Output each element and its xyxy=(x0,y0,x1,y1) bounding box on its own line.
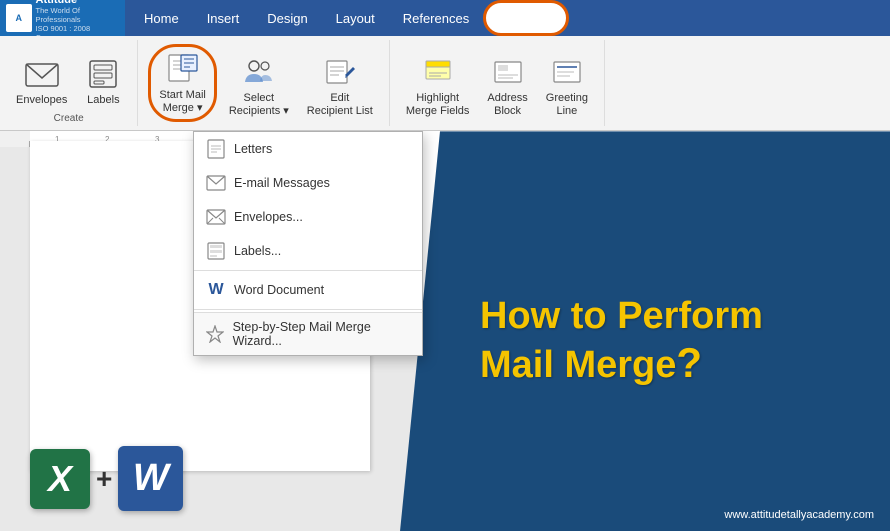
dropdown-envelopes-icon xyxy=(206,207,226,227)
excel-letter: X xyxy=(48,458,72,500)
envelopes-dd-label: Envelopes... xyxy=(234,210,303,224)
app-logos: X + W xyxy=(30,446,183,511)
email-label: E-mail Messages xyxy=(234,176,330,190)
letters-icon xyxy=(206,139,226,159)
logo-icon: A xyxy=(6,4,32,32)
tab-design[interactable]: Design xyxy=(253,0,321,36)
start-merge-icon xyxy=(165,51,201,87)
ribbon-group-create: Envelopes Labels Create xyxy=(0,40,138,126)
main-area: 1 2 3 4 5 6 Letters xyxy=(0,131,890,531)
ribbon-group-start: Start MailMerge ▾ SelectRecipients ▾ xyxy=(138,40,389,126)
tab-mailings[interactable]: Mailings xyxy=(483,0,569,36)
ribbon-group-start-items: Start MailMerge ▾ SelectRecipients ▾ xyxy=(148,44,378,122)
word-letter: W xyxy=(133,457,169,500)
address-block-icon xyxy=(490,54,526,90)
dropdown-item-envelopes[interactable]: Envelopes... xyxy=(194,200,422,234)
plus-sign: + xyxy=(96,463,112,495)
start-mail-merge-label: Start MailMerge ▾ xyxy=(159,89,205,115)
labels-button[interactable]: Labels xyxy=(79,52,127,111)
promo-url: www.attitudetallyacademy.com xyxy=(724,509,874,521)
labels-icon xyxy=(85,56,121,92)
ribbon-group-create-items: Envelopes Labels xyxy=(10,44,127,111)
highlight-icon xyxy=(420,54,456,90)
logo: A Attitude The World Of Professionals IS… xyxy=(0,0,125,36)
dropdown-item-labels[interactable]: Labels... xyxy=(194,234,422,268)
dropdown-item-email[interactable]: E-mail Messages xyxy=(194,166,422,200)
dropdown-item-word-doc[interactable]: W Word Document xyxy=(194,273,422,307)
dropdown-menu: Letters E-mail Messages Envelopes... xyxy=(193,131,423,356)
ribbon-body: Envelopes Labels Create xyxy=(0,36,890,131)
envelopes-label: Envelopes xyxy=(16,94,67,107)
promo-line2-text: Mail Merge xyxy=(480,344,676,386)
select-recipients-icon xyxy=(241,54,277,90)
edit-recipient-list-button[interactable]: EditRecipient List xyxy=(301,50,379,122)
logo-tagline: The World Of Professionals xyxy=(36,6,119,24)
email-icon xyxy=(206,173,226,193)
highlight-merge-label: HighlightMerge Fields xyxy=(406,92,470,118)
select-recipients-button[interactable]: SelectRecipients ▾ xyxy=(223,50,295,122)
labels-label: Labels xyxy=(87,94,119,107)
create-group-label: Create xyxy=(54,111,84,124)
greeting-line-label: GreetingLine xyxy=(546,92,588,118)
word-doc-icon: W xyxy=(206,280,226,300)
edit-recipient-label: EditRecipient List xyxy=(307,92,373,118)
highlight-merge-fields-button[interactable]: HighlightMerge Fields xyxy=(400,50,476,122)
wizard-icon xyxy=(206,324,225,344)
tab-home[interactable]: Home xyxy=(130,0,193,36)
tab-insert[interactable]: Insert xyxy=(193,0,254,36)
word-doc-label: Word Document xyxy=(234,283,324,297)
promo-heading-line1: How to Perform xyxy=(480,295,850,339)
ribbon: A Attitude The World Of Professionals IS… xyxy=(0,0,890,131)
ribbon-tabs: A Attitude The World Of Professionals IS… xyxy=(0,0,890,36)
dropdown-divider-1 xyxy=(194,270,422,271)
dropdown-item-wizard[interactable]: Step-by-Step Mail Merge Wizard... xyxy=(194,312,422,355)
excel-logo: X xyxy=(30,449,90,509)
tab-layout[interactable]: Layout xyxy=(322,0,389,36)
wizard-label: Step-by-Step Mail Merge Wizard... xyxy=(233,320,410,348)
letters-label: Letters xyxy=(234,142,272,156)
word-logo: W xyxy=(118,446,183,511)
address-block-label: AddressBlock xyxy=(487,92,527,118)
start-mail-merge-button[interactable]: Start MailMerge ▾ xyxy=(148,44,216,122)
tab-references[interactable]: References xyxy=(389,0,483,36)
labels-dd-icon xyxy=(206,241,226,261)
labels-dd-label: Labels... xyxy=(234,244,281,258)
dropdown-item-letters[interactable]: Letters xyxy=(194,132,422,166)
promo-question-mark: ? xyxy=(676,339,702,386)
envelopes-button[interactable]: Envelopes xyxy=(10,52,73,111)
ribbon-group-write: HighlightMerge Fields AddressBlock xyxy=(390,40,605,126)
edit-recipient-icon xyxy=(322,54,358,90)
address-block-button[interactable]: AddressBlock xyxy=(481,50,533,122)
dropdown-divider-2 xyxy=(194,309,422,310)
greeting-line-button[interactable]: GreetingLine xyxy=(540,50,594,122)
ribbon-group-write-items: HighlightMerge Fields AddressBlock xyxy=(400,44,594,122)
greeting-line-icon xyxy=(549,54,585,90)
promo-area: How to Perform Mail Merge? www.attitudet… xyxy=(400,131,890,531)
envelope-icon xyxy=(24,56,60,92)
promo-heading-line2: Mail Merge? xyxy=(480,339,850,388)
select-recipients-label: SelectRecipients ▾ xyxy=(229,92,289,118)
